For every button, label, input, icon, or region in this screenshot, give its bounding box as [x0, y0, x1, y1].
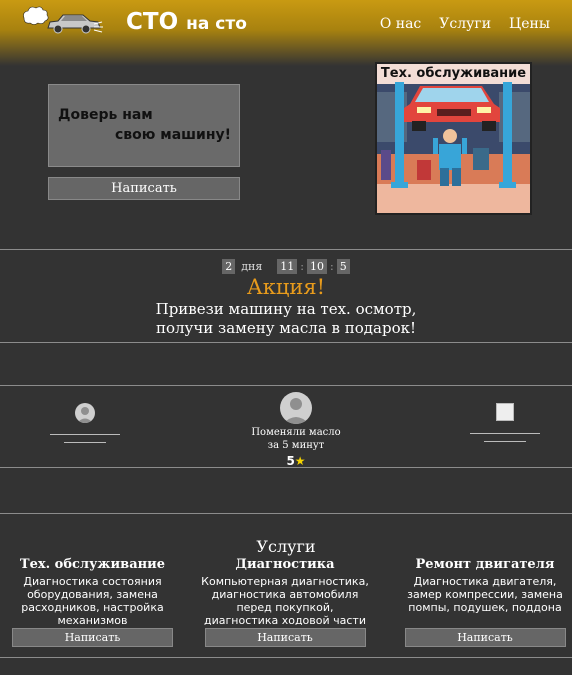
- review-text-line-1: Поменяли масло: [251, 427, 341, 438]
- review-placeholder-line: [484, 441, 526, 442]
- timer-separator: :: [330, 260, 334, 273]
- countdown-timer: 2 дня 11 : 10 : 5: [0, 259, 572, 274]
- service-card-maintenance: Тех. обслуживание Диагностика состояния …: [10, 557, 175, 647]
- service-description-line: оборудования, замена: [27, 588, 158, 601]
- divider-1: [0, 249, 572, 250]
- review-card-left[interactable]: [50, 403, 120, 443]
- service-card-engine-repair: Ремонт двигателя Диагностика двигателя, …: [400, 557, 570, 647]
- divider-4: [0, 467, 572, 468]
- divider-3: [0, 385, 572, 386]
- user-avatar-icon: [75, 403, 95, 423]
- service-title: Ремонт двигателя: [415, 557, 555, 572]
- timer-seconds: 5: [336, 259, 350, 274]
- review-text-line-2: за 5 минут: [267, 440, 325, 451]
- service-description: Диагностика состояния оборудования, заме…: [10, 575, 175, 625]
- timer-separator: :: [300, 260, 305, 273]
- service-write-button[interactable]: Написать: [204, 628, 366, 647]
- car-logo-icon[interactable]: [22, 4, 106, 40]
- trust-banner: Доверь нам свою машину!: [48, 84, 240, 167]
- write-button[interactable]: Написать: [48, 177, 240, 200]
- service-write-button[interactable]: Написать: [404, 628, 566, 647]
- service-description-line: Диагностика состояния: [23, 575, 162, 588]
- services-title: Услуги: [256, 537, 316, 556]
- promo-text-line-1: Привези машину на тех. осмотр,: [155, 300, 417, 318]
- main-nav: О нас Услуги Цены: [380, 16, 550, 32]
- review-placeholder-line: [64, 442, 106, 443]
- service-description-line: диагностика автомобиля: [211, 588, 359, 601]
- divider-6: [0, 657, 572, 658]
- service-title: Тех. обслуживание: [19, 557, 166, 572]
- service-write-button[interactable]: Написать: [12, 628, 173, 647]
- rating-value: 5: [286, 454, 295, 468]
- service-description: Компьютерная диагностика, диагностика ав…: [200, 575, 370, 625]
- nav-prices[interactable]: Цены: [509, 16, 550, 32]
- service-description-line: диагностика ходовой части: [204, 614, 366, 625]
- trust-line-1: Доверь нам: [58, 107, 153, 123]
- logo-small: на сто: [186, 14, 247, 34]
- timer-minutes: 10: [307, 259, 328, 274]
- divider-2: [0, 342, 572, 343]
- logo-main: СТО: [126, 9, 179, 35]
- service-title: Диагностика: [235, 557, 335, 572]
- trust-line-2: свою машину!: [114, 127, 231, 143]
- maintenance-image-title: Тех. обслуживание: [380, 66, 527, 81]
- service-description-line: перед покупкой,: [236, 601, 334, 614]
- review-placeholder-line: [50, 434, 120, 435]
- star-icon: ★: [294, 454, 306, 468]
- image-placeholder-icon: [496, 403, 514, 421]
- review-card-right[interactable]: [470, 403, 540, 442]
- maintenance-image: Тех. обслуживание: [375, 62, 532, 215]
- service-description-line: Диагностика двигателя,: [413, 575, 557, 588]
- review-placeholder-line: [470, 433, 540, 434]
- service-description-line: механизмов: [57, 614, 128, 625]
- promo-text: Привези машину на тех. осмотр, получи за…: [0, 300, 572, 338]
- review-rating: 5★: [236, 454, 356, 468]
- nav-services[interactable]: Услуги: [439, 16, 491, 32]
- service-description: Диагностика двигателя, замер компрессии,…: [400, 575, 570, 625]
- timer-days-label: дня: [241, 260, 263, 273]
- service-description-line: замер компрессии, замена: [407, 588, 563, 601]
- review-card-center[interactable]: Поменяли масло за 5 минут 5★: [236, 392, 356, 468]
- timer-days: 2: [222, 259, 236, 274]
- nav-about[interactable]: О нас: [380, 16, 421, 32]
- divider-5: [0, 513, 572, 514]
- service-description-line: Компьютерная диагностика,: [201, 575, 369, 588]
- car-lift-illustration-icon: [377, 64, 530, 213]
- user-avatar-icon: [280, 392, 312, 424]
- promo-title: Акция!: [246, 275, 326, 299]
- service-card-diagnostics: Диагностика Компьютерная диагностика, ди…: [200, 557, 370, 647]
- promo-text-line-2: получи замену масла в подарок!: [155, 319, 417, 337]
- service-description-line: помпы, подушек, поддона: [408, 601, 562, 614]
- logo-text[interactable]: СТО на сто: [126, 9, 247, 35]
- service-description-line: расходников, настройка: [21, 601, 164, 614]
- timer-hours: 11: [277, 259, 298, 274]
- site-header: СТО на сто О нас Услуги Цены: [0, 0, 572, 66]
